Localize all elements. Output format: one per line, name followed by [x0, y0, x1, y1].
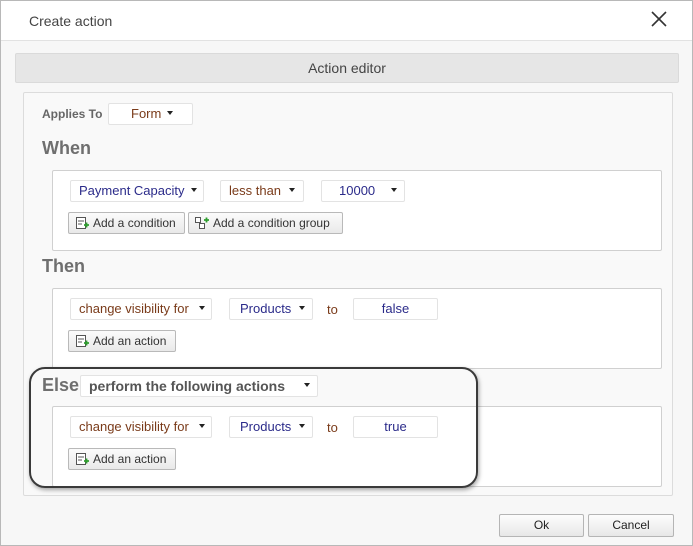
add-action-icon: [76, 335, 89, 347]
ok-button[interactable]: Ok: [499, 514, 584, 537]
else-mode-dropdown[interactable]: perform the following actions: [80, 375, 318, 397]
else-add-action-label: Add an action: [93, 452, 167, 466]
then-action-target-value: Products: [240, 301, 292, 316]
close-icon: [651, 11, 667, 27]
else-action-value-field[interactable]: true: [353, 416, 438, 438]
condition-field-value: Payment Capacity: [79, 183, 185, 198]
add-action-icon: [76, 453, 89, 465]
condition-operator-value: less than: [229, 183, 282, 198]
else-action-target-dropdown[interactable]: Products: [229, 416, 313, 438]
condition-field-dropdown[interactable]: Payment Capacity: [70, 180, 204, 202]
applies-to-value: Form: [131, 106, 162, 121]
then-action-value-field[interactable]: false: [353, 298, 438, 320]
chevron-down-icon: [299, 306, 305, 310]
applies-to-dropdown[interactable]: Form: [108, 103, 193, 125]
condition-value: 10000: [339, 183, 376, 198]
chevron-down-icon: [304, 383, 310, 387]
then-action-type-value: change visibility for: [79, 301, 189, 316]
add-condition-button[interactable]: Add a condition: [68, 212, 185, 234]
else-mode-value: perform the following actions: [89, 378, 286, 394]
close-button[interactable]: [647, 7, 671, 31]
else-action-target-value: Products: [240, 419, 292, 434]
else-add-action-button[interactable]: Add an action: [68, 448, 176, 470]
add-condition-group-label: Add a condition group: [213, 216, 330, 230]
then-title: Then: [42, 256, 85, 276]
add-condition-label: Add a condition: [93, 216, 176, 230]
action-editor-header: Action editor: [15, 53, 679, 83]
chevron-down-icon: [391, 188, 397, 192]
create-action-dialog: Create action Action editor Applies To F…: [0, 0, 693, 546]
when-title: When: [42, 138, 91, 158]
applies-to-label: Applies To: [42, 107, 103, 121]
dialog-title: Create action: [29, 13, 113, 29]
then-action-type-dropdown[interactable]: change visibility for: [70, 298, 212, 320]
chevron-down-icon: [167, 111, 173, 115]
chevron-down-icon: [289, 188, 295, 192]
else-to-label: to: [327, 420, 338, 435]
then-add-action-label: Add an action: [93, 334, 167, 348]
condition-operator-dropdown[interactable]: less than: [220, 180, 304, 202]
add-condition-group-icon: [195, 217, 209, 229]
add-condition-icon: [76, 217, 89, 229]
cancel-button[interactable]: Cancel: [588, 514, 674, 537]
else-action-type-dropdown[interactable]: change visibility for: [70, 416, 212, 438]
then-to-label: to: [327, 302, 338, 317]
chevron-down-icon: [199, 424, 205, 428]
add-condition-group-button[interactable]: Add a condition group: [188, 212, 343, 234]
then-add-action-button[interactable]: Add an action: [68, 330, 176, 352]
chevron-down-icon: [299, 424, 305, 428]
chevron-down-icon: [191, 188, 197, 192]
else-action-type-value: change visibility for: [79, 419, 189, 434]
then-action-target-dropdown[interactable]: Products: [229, 298, 313, 320]
chevron-down-icon: [199, 306, 205, 310]
else-title: Else: [42, 375, 80, 395]
condition-value-dropdown[interactable]: 10000: [321, 180, 405, 202]
dialog-titlebar: Create action: [1, 1, 692, 41]
